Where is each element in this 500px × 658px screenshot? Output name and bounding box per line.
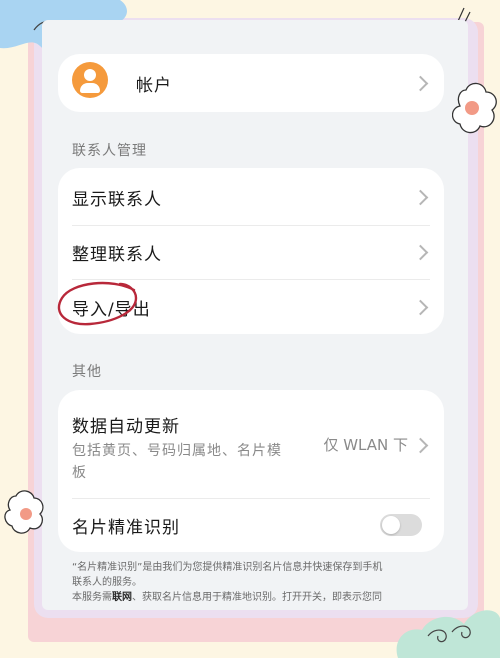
app-root: { "account": { "label": "帐户" }, "section…: [0, 0, 500, 658]
account-card[interactable]: 帐户: [58, 54, 444, 112]
chevron-right-icon: [412, 244, 429, 260]
auto-update-subtitle-line1: 包括黄页、号码归属地、名片模: [72, 443, 282, 459]
menu-item-auto-update[interactable]: 数据自动更新 包括黄页、号码归属地、名片模 板 仅 WLAN 下: [58, 390, 444, 496]
contacts-management-card: 显示联系人 整理联系人 导入/导出: [57, 168, 444, 334]
section-title-others: 其他: [72, 364, 102, 380]
auto-update-subtitle-line2: 板: [72, 465, 87, 481]
flower-decoration-left: [4, 490, 44, 534]
menu-item-label: 整理联系人: [72, 244, 162, 265]
settings-screen: 帐户 联系人管理 显示联系人 整理联系人 导入/导出 其他 数据自动更新 包括黄…: [42, 20, 468, 610]
menu-item-show-contacts[interactable]: 显示联系人: [58, 170, 444, 224]
card-recognition-label: 名片精准识别: [72, 517, 180, 538]
menu-item-organize-contacts[interactable]: 整理联系人: [58, 225, 444, 279]
chevron-right-icon: [412, 437, 429, 454]
footnote-line2: 联系人的服务。: [72, 577, 142, 588]
footnote: “名片精准识别”是由我们为您提供精准识别名片信息并快速保存到手机 联系人的服务。…: [72, 560, 442, 605]
annotation-circle: [57, 281, 138, 326]
account-label: 帐户: [136, 75, 172, 96]
account-row[interactable]: 帐户: [58, 54, 444, 112]
auto-update-title: 数据自动更新: [72, 417, 180, 437]
chevron-right-icon: [412, 189, 429, 205]
chevron-right-icon: [412, 299, 429, 315]
card-recognition-toggle[interactable]: [380, 514, 422, 536]
auto-update-value: 仅 WLAN 下: [323, 436, 408, 454]
others-card: 数据自动更新 包括黄页、号码归属地、名片模 板 仅 WLAN 下 名片精准识别: [58, 390, 444, 552]
footnote-text: 本服务需: [72, 592, 112, 603]
section-title-contacts-management: 联系人管理: [72, 143, 147, 159]
chevron-right-icon: [412, 75, 429, 91]
footnote-line1: “名片精准识别”是由我们为您提供精准识别名片信息并快速保存到手机: [72, 562, 383, 573]
footnote-bold-network: 联网: [112, 592, 132, 603]
toggle-knob: [382, 516, 400, 534]
flower-decoration-right: [452, 82, 497, 134]
footnote-text: 、获取名片信息用于精准地识别。打开开关，即表示您同: [132, 592, 382, 603]
footnote-line3: 本服务需联网、获取名片信息用于精准地识别。打开开关，即表示您同: [72, 590, 442, 605]
menu-item-label: 显示联系人: [72, 189, 162, 210]
